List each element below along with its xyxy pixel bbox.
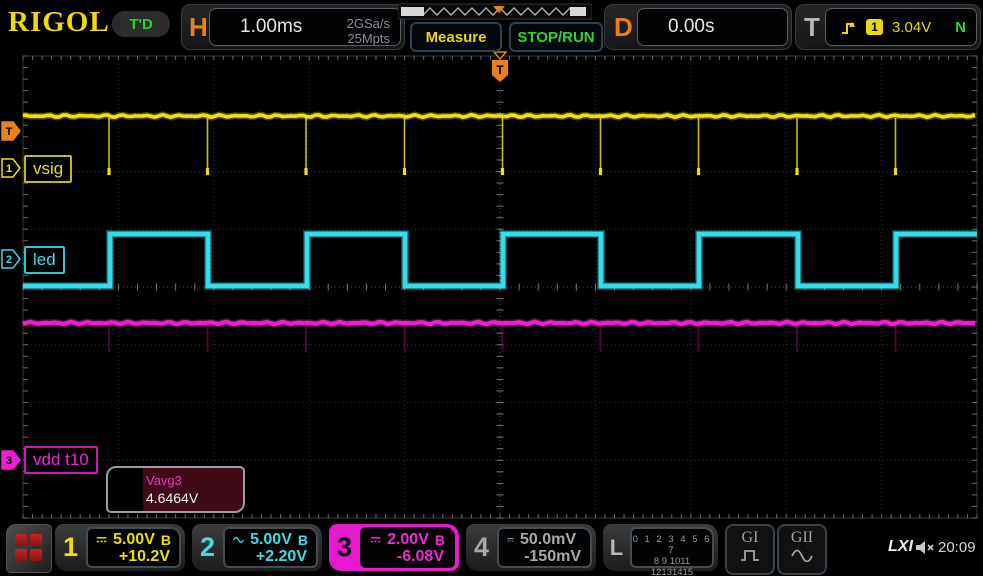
svg-text:1: 1 (6, 163, 12, 175)
channel-4-offset: -150mV (499, 548, 590, 566)
channel-3-number: 3 (329, 524, 360, 571)
horizontal-settings[interactable]: H 1.00ms 2GSa/s 25Mpts (181, 4, 405, 50)
lxi-logo: LXI (888, 538, 913, 556)
ch2-trace-glow (23, 234, 977, 286)
ch2-waveform-label[interactable]: led (24, 246, 65, 274)
channel-2-box[interactable]: 2 5.00V B +2.20V (192, 524, 322, 571)
channel-2-number: 2 (192, 524, 223, 571)
speaker-muted-icon[interactable] (914, 540, 936, 555)
trigger-status-badge: T'D (112, 11, 170, 37)
system-clock: 20:09 (938, 539, 976, 556)
svg-text:T: T (6, 126, 13, 138)
measure-button[interactable]: Measure (410, 22, 502, 52)
horizontal-label: H (189, 5, 208, 49)
channel-4-number: 4 (466, 524, 497, 571)
ch2-position-marker[interactable]: 2 (2, 250, 20, 268)
digital-row-0-7: 0 1 2 3 4 5 6 7 (632, 534, 712, 556)
channel-1-number: 1 (55, 524, 86, 571)
ch3-trace (23, 322, 975, 325)
channel-1-scale: 5.00V (113, 531, 155, 549)
trigger-level-marker[interactable]: T (2, 122, 20, 140)
ch1-pulse-tip (894, 168, 897, 175)
ch1-pulse-tip (697, 168, 700, 175)
overview-window-left[interactable] (401, 7, 424, 16)
channel-3-box[interactable]: 3 2.00V B -6.08V (329, 524, 459, 571)
sample-rate: 2GSa/s (347, 16, 390, 31)
digital-label: L (603, 524, 630, 571)
dc-coupling-icon (507, 535, 514, 545)
ch1-pulse-tip (501, 168, 504, 175)
overview-window-right[interactable] (570, 7, 586, 16)
stop-run-label: STOP/RUN (517, 29, 594, 46)
ch3-waveform-label[interactable]: vdd t10 (24, 446, 98, 474)
channel-1-box[interactable]: 1 5.00V B +10.2V (55, 524, 185, 571)
svg-text:3: 3 (6, 455, 12, 467)
ch1-pulse-tip (403, 168, 406, 175)
digital-row-8-15: 8 9 1011 12131415 (632, 556, 712, 576)
rigol-logo: RIGOL (8, 6, 110, 39)
delay-label: D (614, 5, 633, 49)
svg-text:2: 2 (6, 254, 12, 266)
channel-3-bandwidth: B (435, 532, 445, 548)
trigger-label: T (804, 5, 820, 49)
source1-label: GI (727, 528, 773, 548)
ch1-pulse-tip (599, 168, 602, 175)
channel-3-offset: -6.08V (362, 548, 453, 566)
trigger-mode: N (955, 19, 966, 36)
channel-3-scale: 2.00V (387, 531, 429, 549)
memory-depth: 25Mpts (347, 31, 390, 46)
menu-button[interactable] (6, 524, 52, 573)
source2-button[interactable]: GII (777, 524, 827, 575)
channel-2-scale: 5.00V (250, 531, 292, 549)
channel-2-offset: +2.20V (225, 548, 316, 566)
delay-value: 0.00s (668, 16, 714, 38)
delay-settings[interactable]: D 0.00s (604, 4, 792, 50)
ch1-trace (23, 115, 975, 118)
trigger-status-text: T'D (129, 16, 153, 33)
oscilloscope-screen: T 1 2 3 T RIGOL T'D H 1.00ms 2GSa/s 25Mpts M… (0, 0, 983, 576)
trigger-level-value: 3.04V (892, 19, 931, 36)
delay-box[interactable]: 0.00s (637, 8, 788, 46)
channel-2-bandwidth: B (298, 532, 308, 548)
measurement-value: 4.6464V (146, 490, 198, 506)
sine-wave-icon (790, 548, 814, 562)
channel-4-box[interactable]: 4 50.0mV -150mV (466, 524, 596, 571)
ch1-position-marker[interactable]: 1 (2, 159, 20, 177)
measurement-name: Vavg3 (146, 473, 182, 488)
measure-button-label: Measure (426, 29, 487, 46)
trigger-box[interactable]: 1 3.04V N (825, 8, 977, 46)
menu-grid-icon (15, 534, 41, 560)
waveform-overview-strip[interactable] (398, 3, 592, 20)
channel-1-bandwidth: B (161, 532, 171, 548)
ch1-pulse-tip (206, 168, 209, 175)
channel-4-scale: 50.0mV (520, 531, 576, 549)
ch1-pulse-tip (304, 168, 307, 175)
ac-coupling-icon (233, 535, 244, 545)
stop-run-button[interactable]: STOP/RUN (509, 22, 603, 52)
timebase-box[interactable]: 1.00ms 2GSa/s 25Mpts (209, 8, 401, 46)
square-wave-icon (739, 548, 761, 562)
dc-coupling-icon (370, 535, 381, 545)
channel-1-offset: +10.2V (88, 548, 179, 566)
source2-label: GII (779, 528, 825, 548)
ch1-waveform-label[interactable]: vsig (24, 155, 72, 183)
trigger-source-badge: 1 (866, 19, 883, 35)
trigger-settings[interactable]: T 1 3.04V N (795, 4, 981, 50)
ch3-position-marker[interactable]: 3 (2, 451, 20, 469)
svg-text:T: T (496, 63, 504, 77)
dc-coupling-icon (96, 535, 107, 545)
ch1-pulse-tip (107, 168, 110, 175)
timebase-value: 1.00ms (240, 16, 302, 38)
source1-button[interactable]: GI (725, 524, 775, 575)
rising-edge-icon (840, 19, 857, 36)
ch1-pulse-tip (795, 168, 798, 175)
measurement-popup: Vavg3 4.6464V (106, 466, 245, 513)
digital-channels-box[interactable]: L 0 1 2 3 4 5 6 7 8 9 1011 12131415 (603, 524, 718, 571)
